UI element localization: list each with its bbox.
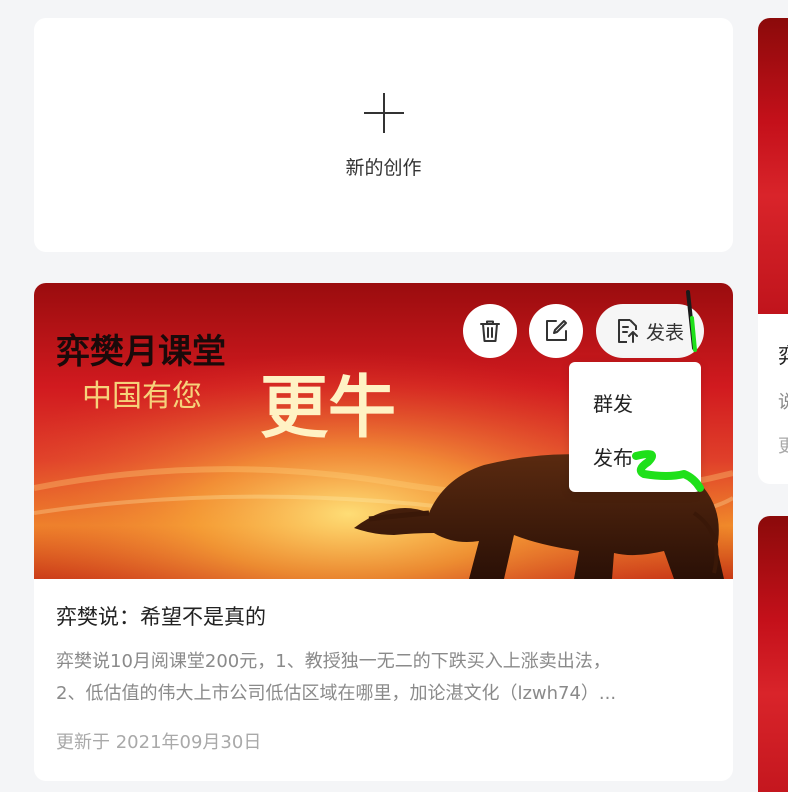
side-article-description: 说 [778, 392, 788, 413]
cover-title-big: 更牛 [260, 368, 396, 448]
edit-button[interactable] [529, 304, 583, 358]
new-creation-label: 新的创作 [345, 156, 422, 179]
side-article-card-2[interactable] [758, 516, 788, 792]
side-article-card[interactable]: 弈 说 更 [758, 18, 788, 484]
side-article-title: 弈 [778, 340, 788, 370]
side-article-updated: 更 [778, 436, 788, 457]
article-title: 弈樊说：希望不是真的 [56, 605, 266, 629]
cover-title-line1: 弈樊月课堂 [56, 332, 226, 372]
menu-item-mass-send[interactable]: 群发 [593, 388, 633, 417]
article-description-line1: 弈樊说10月阅课堂200元，1、教授独一无二的下跌买入上涨卖出法， [56, 651, 611, 672]
publish-button[interactable]: 发表 [596, 304, 704, 358]
side-article-cover-image [758, 18, 788, 314]
publish-label: 发表 [645, 321, 684, 344]
article-description-line2: 2、低估值的伟大上市公司低估区域在哪里，加论湛文化（lzwh74）... [56, 683, 617, 704]
trash-icon [480, 320, 500, 342]
new-creation-card[interactable]: 新的创作 [34, 18, 733, 252]
publish-dropdown-menu: 群发 发布 [569, 362, 701, 492]
article-description: 弈樊说10月阅课堂200元，1、教授独一无二的下跌买入上涨卖出法， 2、低估值的… [56, 646, 711, 710]
menu-item-publish[interactable]: 发布 [593, 442, 633, 471]
side-article-cover-image-2 [758, 516, 788, 792]
plus-icon [363, 92, 404, 133]
cover-title-line2: 中国有您 [82, 379, 202, 414]
article-updated-date: 更新于 2021年09月30日 [56, 732, 262, 753]
publish-icon [617, 319, 638, 343]
edit-icon [546, 320, 567, 341]
delete-button[interactable] [463, 304, 517, 358]
